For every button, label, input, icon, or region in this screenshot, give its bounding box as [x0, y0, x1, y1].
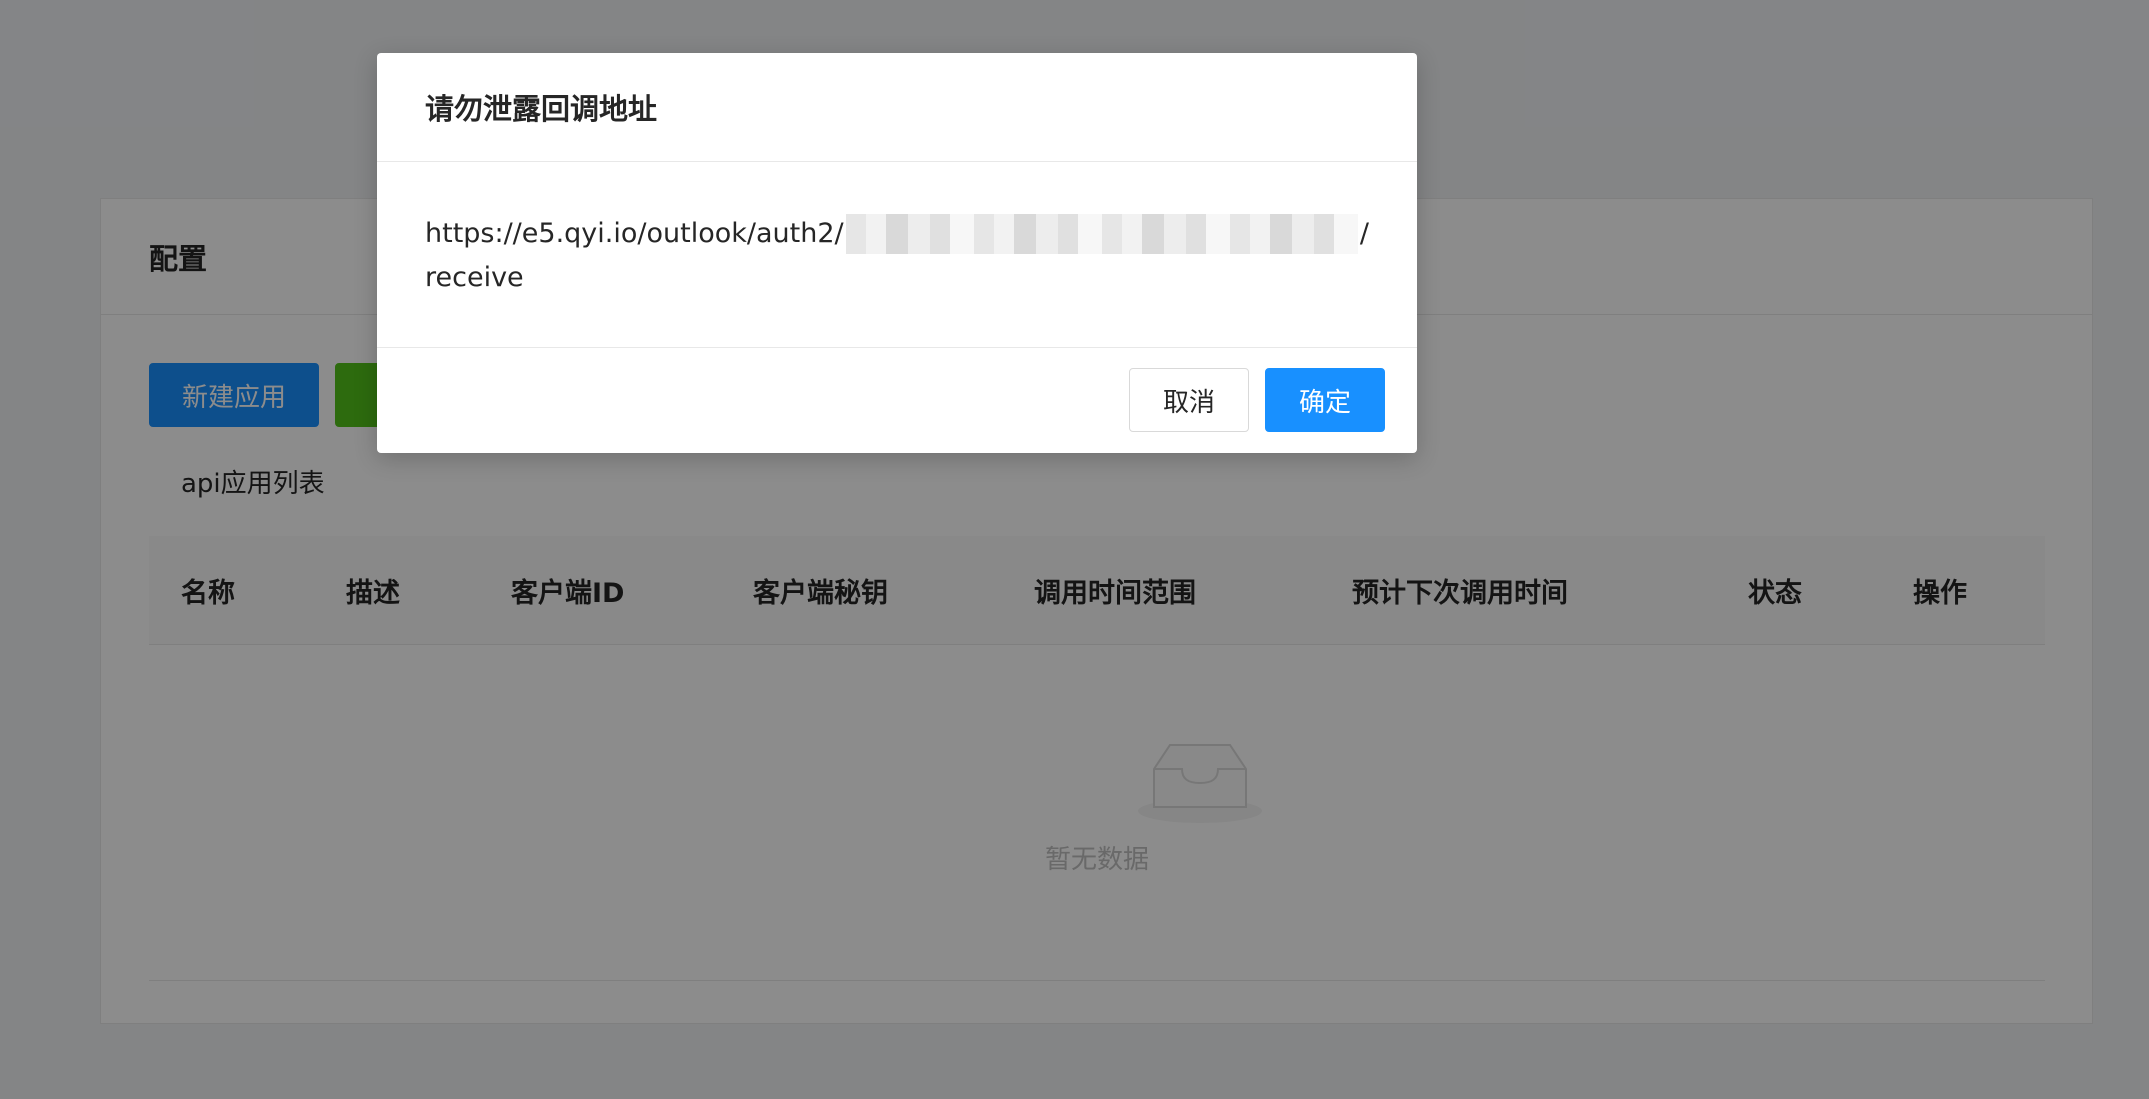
- callback-url-modal: 请勿泄露回调地址 https://e5.qyi.io/outlook/auth2…: [377, 53, 1417, 453]
- callback-url-line: https://e5.qyi.io/outlook/auth2/ /: [425, 212, 1369, 256]
- callback-url-line2: receive: [425, 262, 524, 293]
- modal-footer: 取消 确定: [377, 348, 1417, 452]
- redacted-token: [845, 214, 1358, 254]
- modal-title: 请勿泄露回调地址: [425, 92, 658, 126]
- modal-header: 请勿泄露回调地址: [377, 53, 1417, 162]
- cancel-button[interactable]: 取消: [1129, 368, 1249, 432]
- callback-url-prefix: https://e5.qyi.io/outlook/auth2/: [425, 218, 844, 249]
- callback-url-suffix: /: [1359, 218, 1369, 249]
- page: 配置 新建应用 api应用列表 名称 描述 客户端ID 客户端秘钥 调用时间范围…: [0, 0, 2149, 1099]
- modal-body: https://e5.qyi.io/outlook/auth2/ / recei…: [377, 162, 1417, 348]
- ok-button[interactable]: 确定: [1265, 368, 1385, 432]
